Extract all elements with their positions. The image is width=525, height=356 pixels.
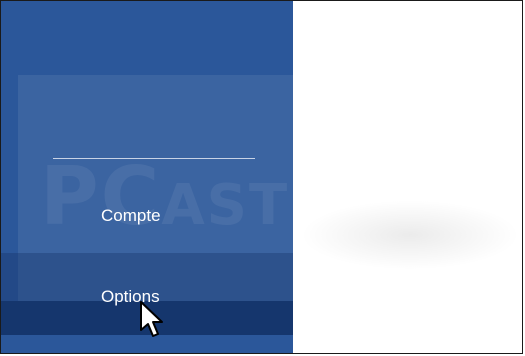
mouse-pointer-icon: [140, 301, 163, 337]
menu-item-label: Compte: [101, 206, 161, 225]
menu-separator: [53, 158, 255, 159]
main-content-area: [300, 200, 520, 270]
menu-item-compte[interactable]: Compte: [1, 193, 293, 239]
